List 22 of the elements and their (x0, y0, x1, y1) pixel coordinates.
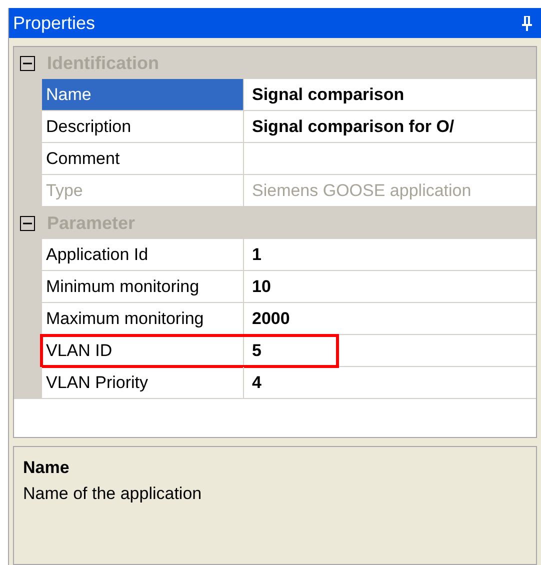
property-name[interactable]: Maximum monitoring (42, 303, 244, 335)
window-title: Properties (13, 12, 96, 35)
row-gutter (14, 367, 42, 399)
property-value[interactable]: 4 (252, 370, 262, 396)
property-name[interactable]: Minimum monitoring (42, 271, 244, 303)
property-name[interactable]: Description (42, 111, 244, 143)
help-title: Name (23, 457, 70, 479)
collapse-icon[interactable] (20, 216, 35, 230)
property-name[interactable]: VLAN ID (42, 335, 244, 367)
property-value[interactable]: 5 (252, 338, 262, 364)
property-value[interactable]: 2000 (252, 306, 290, 332)
collapse-icon[interactable] (20, 56, 35, 70)
property-name[interactable]: Application Id (42, 239, 244, 271)
property-value[interactable]: Signal comparison (252, 82, 404, 108)
property-value[interactable]: Signal comparison for O/ (252, 114, 454, 140)
property-value[interactable]: 1 (252, 242, 262, 268)
help-text: Name of the application (23, 482, 203, 504)
property-name[interactable]: VLAN Priority (42, 367, 244, 399)
pin-icon[interactable] (521, 15, 533, 31)
property-name[interactable]: Name (42, 79, 244, 111)
property-name[interactable]: Comment (42, 143, 244, 175)
property-value[interactable]: 10 (252, 274, 271, 300)
